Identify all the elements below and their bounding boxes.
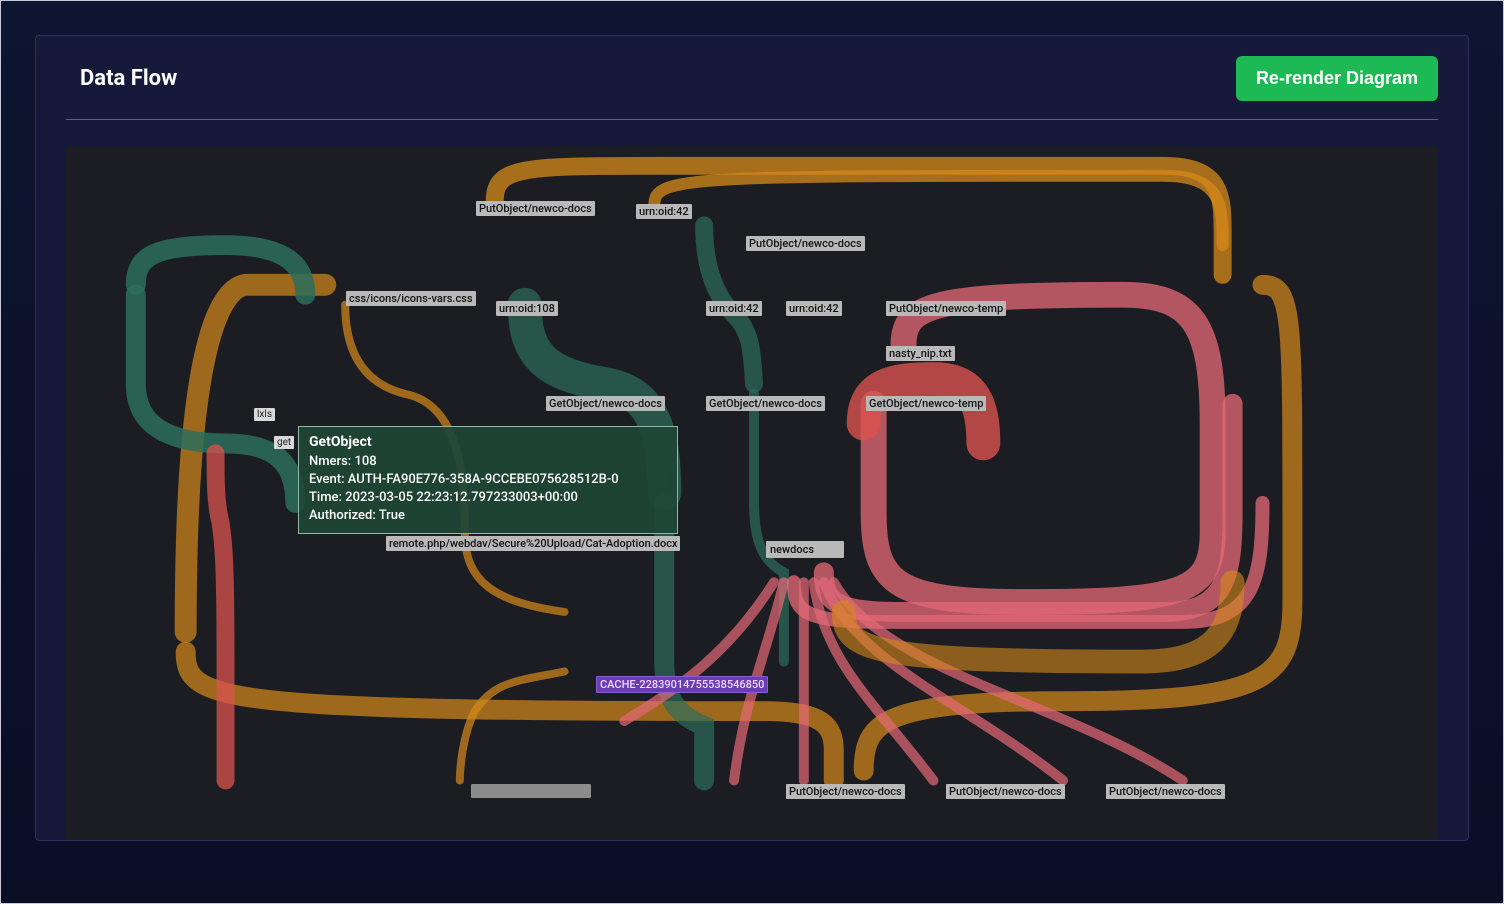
rerender-button[interactable]: Re-render Diagram bbox=[1236, 56, 1438, 101]
node-getobject-docs-1[interactable]: GetObject/newco-docs bbox=[546, 396, 665, 411]
panel-header: Data Flow Re-render Diagram bbox=[36, 36, 1468, 119]
tooltip-title: GetObject bbox=[309, 433, 661, 453]
node-urn-oid-42-m1[interactable]: urn:oid:42 bbox=[706, 301, 762, 316]
node-putobject-b2[interactable]: PutObject/newco-docs bbox=[946, 784, 1065, 799]
panel-title: Data Flow bbox=[80, 66, 177, 91]
node-nasty-nip[interactable]: nasty_nip.txt bbox=[886, 346, 955, 361]
tag-get[interactable]: get bbox=[274, 436, 294, 449]
node-newdocs[interactable]: newdocs bbox=[766, 541, 844, 558]
node-getobject-docs-2[interactable]: GetObject/newco-docs bbox=[706, 396, 825, 411]
node-css-icons[interactable]: css/icons/icons-vars.css bbox=[346, 291, 476, 306]
node-urn-oid-108[interactable]: urn:oid:108 bbox=[496, 301, 558, 316]
tag-left[interactable]: lxls bbox=[254, 408, 275, 421]
header-divider bbox=[66, 119, 1438, 120]
node-urn-oid-42-top[interactable]: urn:oid:42 bbox=[636, 204, 692, 219]
tooltip-authorized: Authorized: True bbox=[309, 507, 661, 525]
node-bottom-dim[interactable] bbox=[471, 784, 591, 798]
app-frame: Data Flow Re-render Diagram bbox=[0, 0, 1504, 904]
node-putobject-b3[interactable]: PutObject/newco-docs bbox=[1106, 784, 1225, 799]
tooltip-nmers: Nmers: 108 bbox=[309, 453, 661, 471]
tooltip-event: Event: AUTH-FA90E776-358A-9CCEBE07562851… bbox=[309, 471, 661, 489]
diagram-canvas[interactable]: css/icons/icons-vars.css PutObject/newco… bbox=[66, 146, 1438, 840]
node-putobject-right[interactable]: PutObject/newco-docs bbox=[746, 236, 865, 251]
node-tooltip: GetObject Nmers: 108 Event: AUTH-FA90E77… bbox=[298, 426, 678, 534]
node-putobject-b1[interactable]: PutObject/newco-docs bbox=[786, 784, 905, 799]
data-flow-panel: Data Flow Re-render Diagram bbox=[35, 35, 1469, 841]
node-urn-oid-42-m2[interactable]: urn:oid:42 bbox=[786, 301, 842, 316]
node-remote-php[interactable]: remote.php/webdav/Secure%20Upload/Cat-Ad… bbox=[386, 536, 680, 551]
node-putobject-newco-temp[interactable]: PutObject/newco-temp bbox=[886, 301, 1006, 316]
tooltip-time: Time: 2023-03-05 22:23:12.797233003+00:0… bbox=[309, 489, 661, 507]
node-putobject-top[interactable]: PutObject/newco-docs bbox=[476, 201, 595, 216]
node-cache[interactable]: CACHE-22839014755538546850 bbox=[596, 676, 768, 693]
node-getobject-temp[interactable]: GetObject/newco-temp bbox=[866, 396, 986, 411]
